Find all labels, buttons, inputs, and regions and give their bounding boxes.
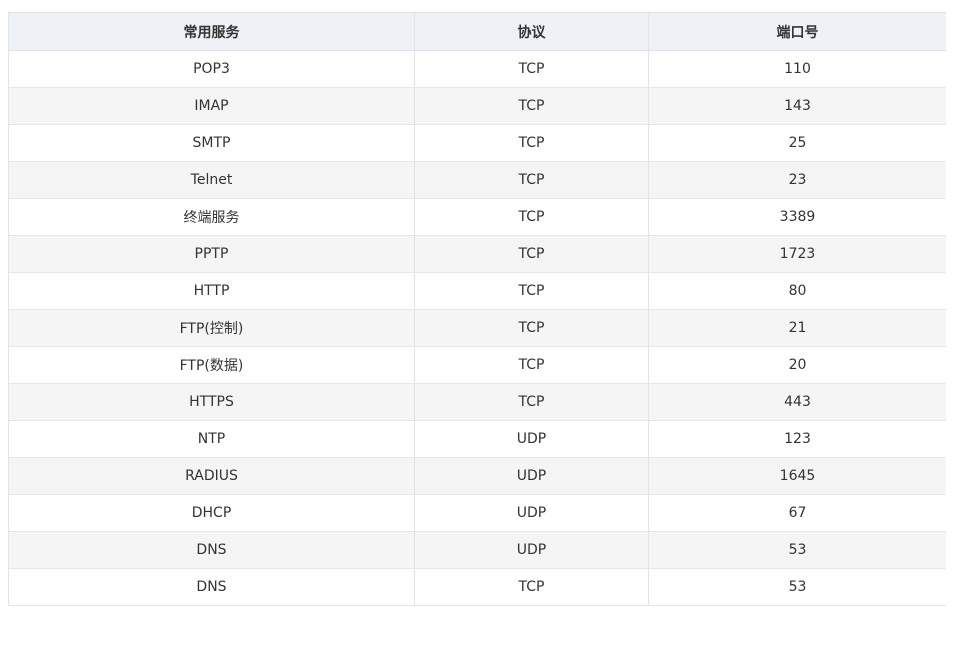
cell-protocol: TCP — [414, 161, 649, 199]
table-row: POP3 TCP 110 — [8, 50, 946, 88]
cell-service: NTP — [8, 420, 415, 458]
cell-protocol: TCP — [414, 198, 649, 236]
cell-service: FTP(控制) — [8, 309, 415, 347]
table-row: IMAP TCP 143 — [8, 87, 946, 125]
table-row: HTTP TCP 80 — [8, 272, 946, 310]
cell-service: DHCP — [8, 494, 415, 532]
table-row: HTTPS TCP 443 — [8, 383, 946, 421]
cell-service: DNS — [8, 531, 415, 569]
cell-port: 21 — [648, 309, 946, 347]
cell-service: SMTP — [8, 124, 415, 162]
cell-service: Telnet — [8, 161, 415, 199]
service-port-table: 常用服务 协议 端口号 POP3 TCP 110 IMAP TCP 143 SMTP TCP 2… — [8, 12, 946, 606]
header-protocol: 协议 — [414, 12, 649, 51]
cell-protocol: UDP — [414, 457, 649, 495]
cell-port: 143 — [648, 87, 946, 125]
cell-protocol: TCP — [414, 383, 649, 421]
cell-port: 23 — [648, 161, 946, 199]
header-service: 常用服务 — [8, 12, 415, 51]
cell-protocol: TCP — [414, 272, 649, 310]
cell-service: FTP(数据) — [8, 346, 415, 384]
cell-service: 终端服务 — [8, 198, 415, 236]
cell-port: 53 — [648, 531, 946, 569]
cell-port: 20 — [648, 346, 946, 384]
cell-protocol: TCP — [414, 50, 649, 88]
cell-port: 67 — [648, 494, 946, 532]
port-table-container: 常用服务 协议 端口号 POP3 TCP 110 IMAP TCP 143 SMTP TCP 2… — [8, 12, 946, 622]
cell-protocol: UDP — [414, 531, 649, 569]
table-row: SMTP TCP 25 — [8, 124, 946, 162]
cell-service: PPTP — [8, 235, 415, 273]
table-row: DNS UDP 53 — [8, 531, 946, 569]
cell-protocol: UDP — [414, 420, 649, 458]
cell-service: RADIUS — [8, 457, 415, 495]
table-row: DNS TCP 53 — [8, 568, 946, 606]
cell-port: 3389 — [648, 198, 946, 236]
table-row: NTP UDP 123 — [8, 420, 946, 458]
header-row: 常用服务 协议 端口号 — [8, 12, 946, 51]
cell-port: 1723 — [648, 235, 946, 273]
cell-port: 443 — [648, 383, 946, 421]
table-body: POP3 TCP 110 IMAP TCP 143 SMTP TCP 25 Telnet TCP 23… — [8, 50, 946, 606]
table-row: PPTP TCP 1723 — [8, 235, 946, 273]
cell-protocol: TCP — [414, 235, 649, 273]
cell-port: 1645 — [648, 457, 946, 495]
table-row: RADIUS UDP 1645 — [8, 457, 946, 495]
cell-port: 25 — [648, 124, 946, 162]
cell-port: 123 — [648, 420, 946, 458]
table-row: DHCP UDP 67 — [8, 494, 946, 532]
cell-protocol: UDP — [414, 494, 649, 532]
cell-protocol: TCP — [414, 568, 649, 606]
cell-service: IMAP — [8, 87, 415, 125]
cell-protocol: TCP — [414, 124, 649, 162]
cell-protocol: TCP — [414, 346, 649, 384]
cell-port: 110 — [648, 50, 946, 88]
cell-service: POP3 — [8, 50, 415, 88]
table-row: 终端服务 TCP 3389 — [8, 198, 946, 236]
table-row: FTP(控制) TCP 21 — [8, 309, 946, 347]
cell-service: HTTPS — [8, 383, 415, 421]
cell-service: DNS — [8, 568, 415, 606]
cell-port: 53 — [648, 568, 946, 606]
table-header: 常用服务 协议 端口号 — [8, 12, 946, 51]
cell-protocol: TCP — [414, 87, 649, 125]
cell-protocol: TCP — [414, 309, 649, 347]
table-row: FTP(数据) TCP 20 — [8, 346, 946, 384]
cell-port: 80 — [648, 272, 946, 310]
header-port: 端口号 — [648, 12, 946, 51]
table-row: Telnet TCP 23 — [8, 161, 946, 199]
cell-service: HTTP — [8, 272, 415, 310]
